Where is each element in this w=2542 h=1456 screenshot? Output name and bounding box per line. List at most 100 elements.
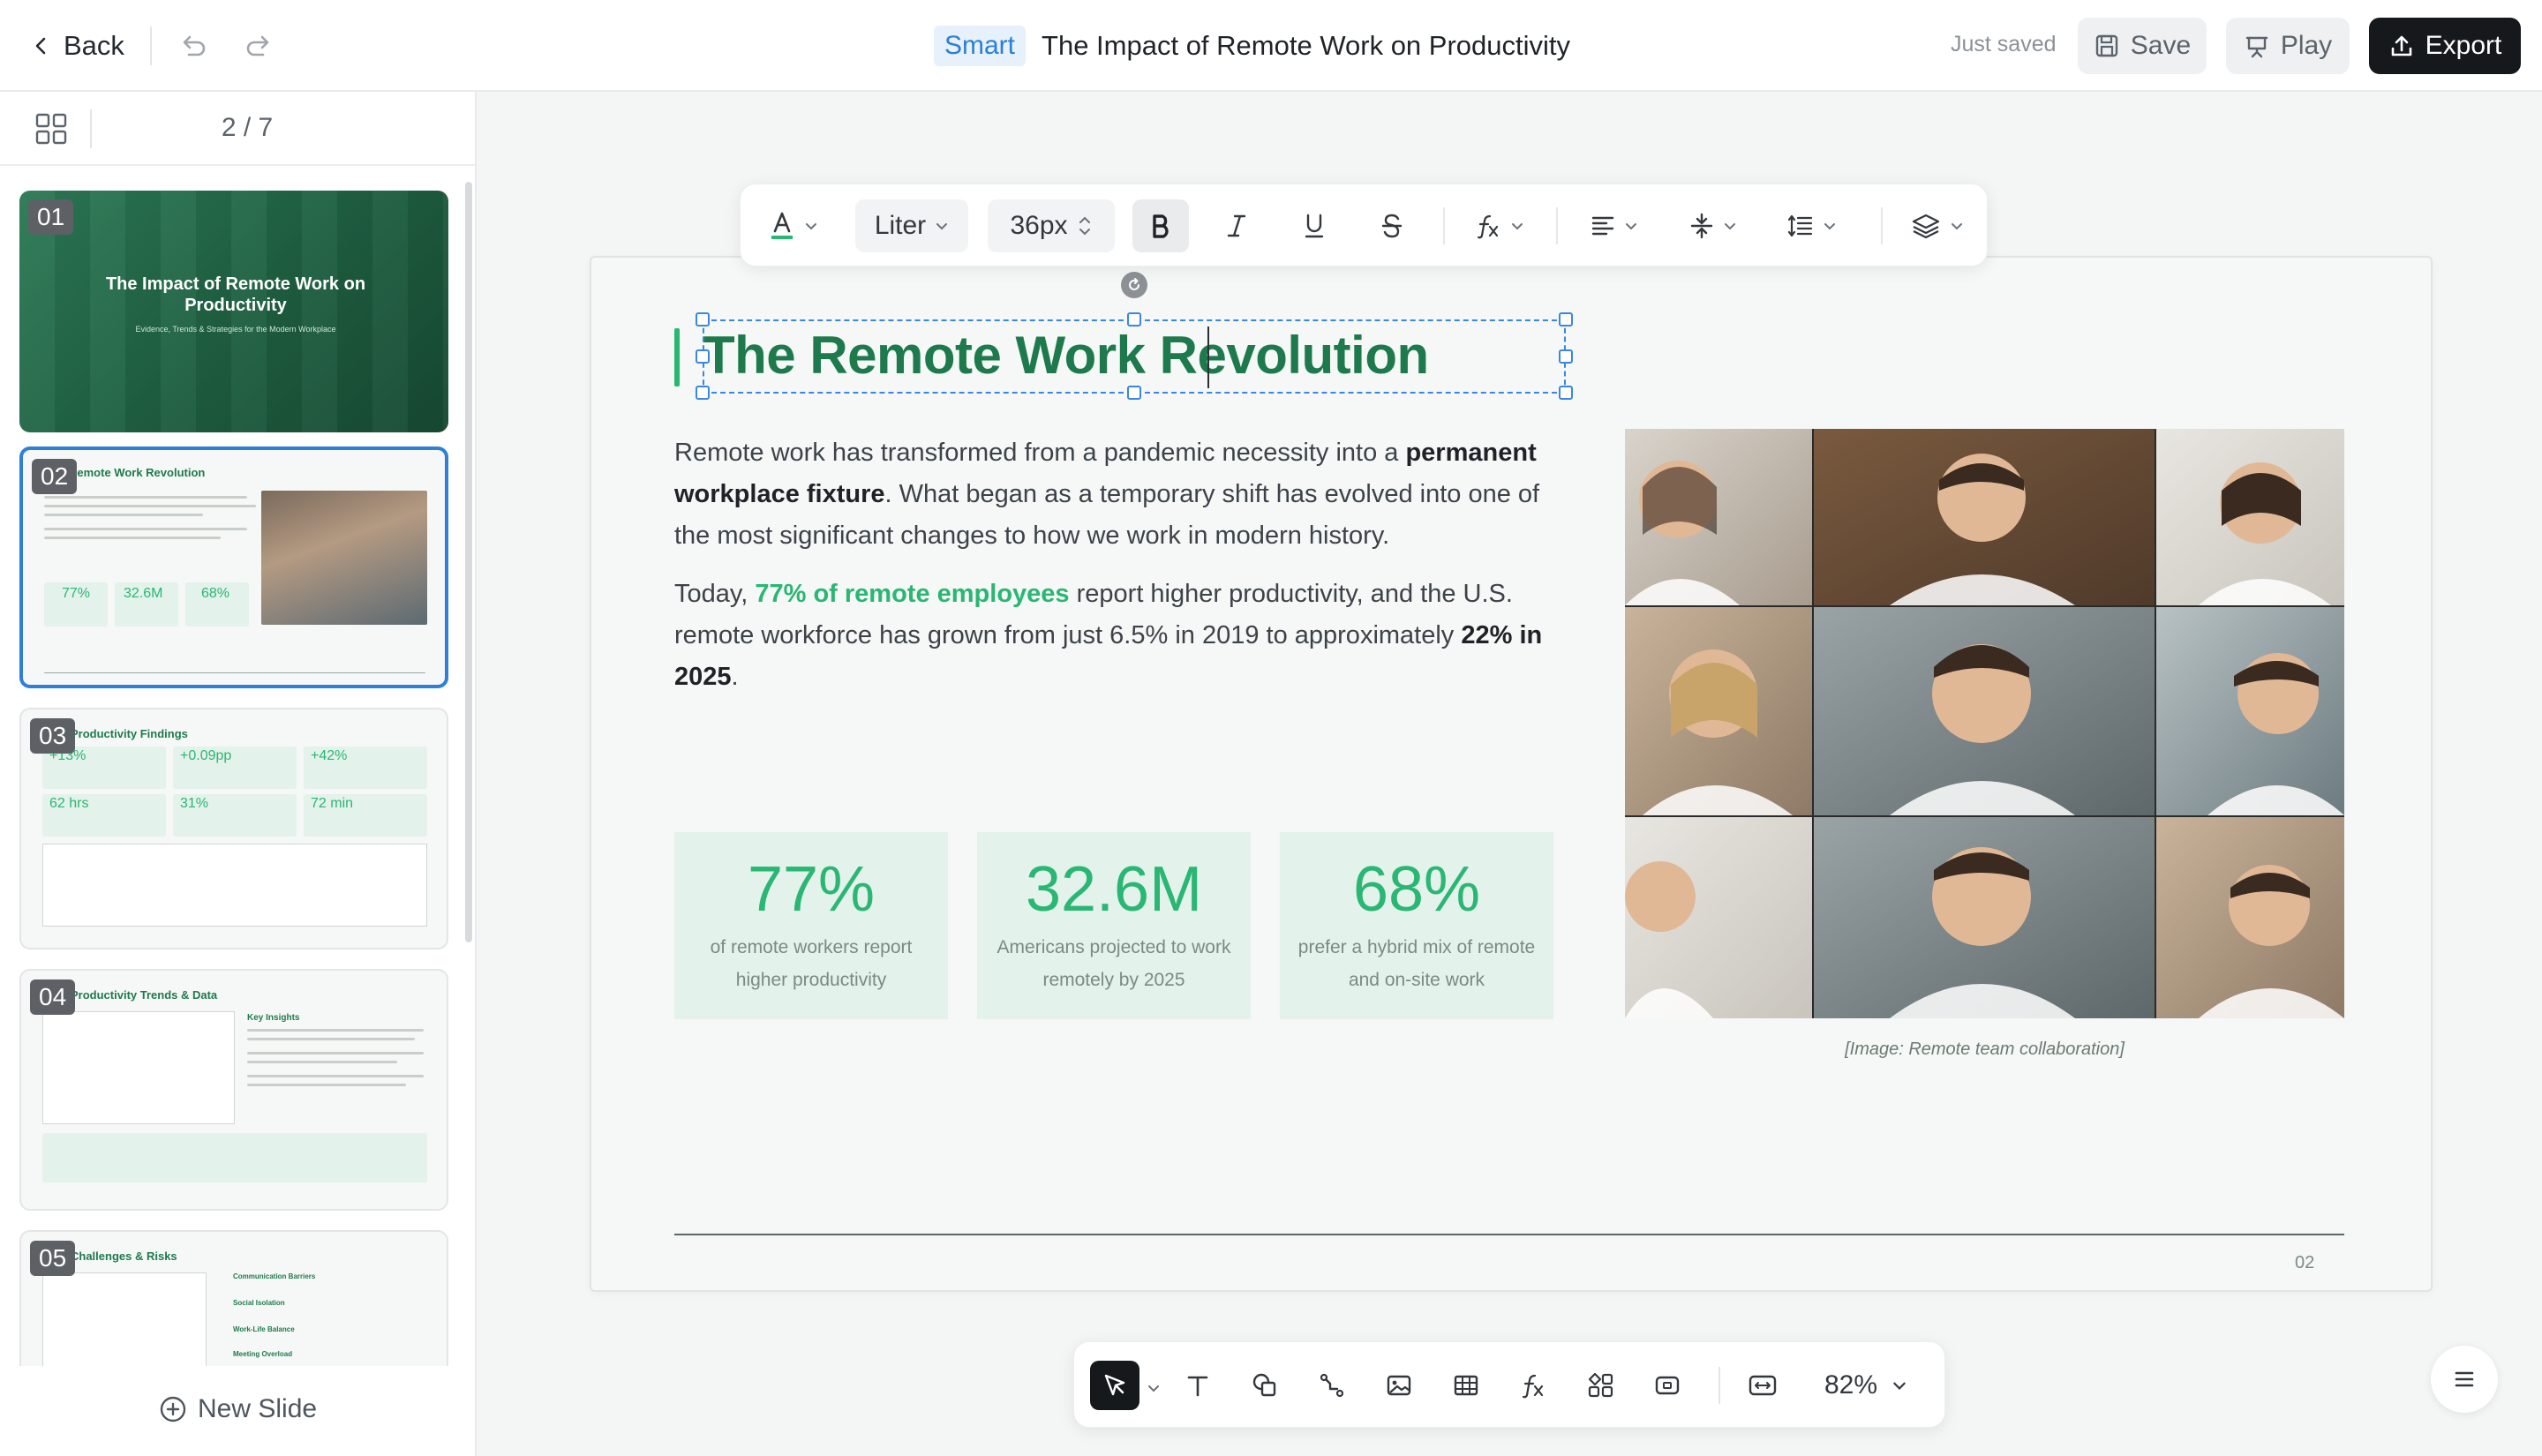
toolbar-divider	[1556, 207, 1558, 244]
underline-button[interactable]	[1288, 199, 1341, 252]
connector-tool-button[interactable]	[1307, 1361, 1357, 1410]
align-left-icon	[1591, 216, 1614, 236]
thumbnail-text-line	[247, 1029, 424, 1032]
font-family-select[interactable]: Liter	[855, 199, 968, 252]
divider	[150, 26, 152, 65]
zoom-dropdown[interactable]: 82%	[1824, 1361, 1907, 1410]
slide-thumbnail-1[interactable]: 01 The Impact of Remote Work on Producti…	[19, 191, 448, 432]
thumbnail-text-line	[44, 496, 247, 499]
select-tool-button[interactable]	[1090, 1361, 1139, 1410]
formula-dropdown[interactable]	[1464, 199, 1535, 252]
resize-handle-top[interactable]	[1127, 312, 1141, 326]
export-button[interactable]: Export	[2369, 18, 2521, 74]
resize-handle-bottom-right[interactable]	[1559, 386, 1573, 400]
body-paragraph-1[interactable]: Remote work has transformed from a pande…	[674, 432, 1575, 557]
slide-thumbnail-2[interactable]: 02 Remote Work Revolution 77% 32.6M 68%	[19, 447, 448, 688]
cursor-icon	[1104, 1374, 1125, 1396]
paragraph-text: .	[731, 663, 739, 691]
thumbnail-text-line	[44, 528, 247, 530]
resize-handle-bottom-left[interactable]	[696, 386, 710, 400]
divider	[90, 109, 92, 148]
slide-number: 05	[30, 1241, 76, 1276]
menu-button[interactable]	[2431, 1346, 2498, 1413]
shape-tool-button[interactable]	[1240, 1361, 1290, 1410]
resize-handle-bottom[interactable]	[1127, 386, 1141, 400]
layers-icon	[1912, 214, 1940, 239]
slide-number: 04	[30, 979, 76, 1015]
thumbnail-stat: 77%	[62, 586, 91, 601]
text-color-picker[interactable]	[758, 199, 829, 252]
stat-value: 68%	[1352, 854, 1481, 925]
slide-thumbnail-3[interactable]: 03 Productivity Findings +13% +0.09pp +4…	[19, 708, 448, 949]
thumbnail-chart-placeholder	[42, 844, 427, 927]
resize-handle-left[interactable]	[696, 349, 710, 364]
text-align-dropdown[interactable]	[1579, 199, 1650, 252]
resize-handle-top-right[interactable]	[1559, 312, 1573, 326]
play-label: Play	[2280, 31, 2333, 60]
widgets-icon	[1588, 1372, 1613, 1398]
table-tool-button[interactable]	[1441, 1361, 1491, 1410]
text-format-toolbar: Liter 36px	[740, 184, 1988, 266]
redo-button[interactable]	[237, 23, 282, 69]
chevron-left-icon	[35, 37, 46, 55]
italic-icon	[1227, 214, 1246, 237]
stat-label: of remote workers report higher producti…	[710, 937, 913, 990]
image-tool-button[interactable]	[1374, 1361, 1424, 1410]
save-button[interactable]: Save	[2078, 18, 2207, 74]
resize-handle-right[interactable]	[1559, 349, 1573, 364]
stat-card-3[interactable]: 68% prefer a hybrid mix of remote and on…	[1280, 832, 1553, 1019]
media-icon	[1655, 1376, 1680, 1395]
team-photo[interactable]	[1625, 429, 2344, 1018]
fit-width-icon	[1749, 1375, 1777, 1396]
text-tool-button[interactable]	[1173, 1361, 1222, 1410]
thumbnail-stat: 31%	[180, 796, 209, 811]
formula-tool-button[interactable]	[1508, 1361, 1558, 1410]
thumbnail-stat: +0.09pp	[180, 748, 232, 763]
underline-icon	[1305, 214, 1324, 238]
rotate-handle[interactable]	[1121, 272, 1147, 298]
font-size-value: 36px	[1010, 211, 1068, 240]
save-icon	[2095, 34, 2117, 57]
thumbnail-subtitle: Evidence, Trends & Strategies for the Mo…	[135, 325, 336, 334]
back-button[interactable]: Back	[32, 23, 124, 69]
slide-footer-rule	[674, 1234, 2344, 1235]
plus-circle-icon	[160, 1396, 186, 1422]
grid-view-icon[interactable]	[34, 111, 69, 146]
insert-toolbar: 82%	[1073, 1341, 1945, 1428]
thumbnail-text-line	[44, 505, 256, 507]
stepper-arrows-icon[interactable]	[1077, 213, 1093, 239]
chevron-down-icon	[1893, 1382, 1906, 1390]
bold-button[interactable]	[1132, 199, 1189, 252]
body-paragraph-2[interactable]: Today, 77% of remote employees report hi…	[674, 574, 1575, 698]
font-size-stepper[interactable]: 36px	[988, 199, 1115, 252]
paragraph-text: Remote work has transformed from a pande…	[674, 439, 1406, 467]
stat-value: 77%	[747, 854, 876, 925]
media-tool-button[interactable]	[1643, 1361, 1692, 1410]
stat-card-2[interactable]: 32.6M Americans projected to work remote…	[977, 832, 1251, 1019]
hamburger-menu-icon	[2455, 1371, 2474, 1387]
function-icon	[1522, 1374, 1544, 1399]
slide-page-number: 02	[2295, 1253, 2315, 1272]
slide-thumbnail-4[interactable]: 04 Productivity Trends & Data Key Insigh…	[19, 969, 448, 1211]
chevron-down-icon[interactable]	[1147, 1381, 1161, 1395]
resize-handle-top-left[interactable]	[696, 312, 710, 326]
play-button[interactable]: Play	[2226, 18, 2350, 74]
strikethrough-button[interactable]	[1365, 199, 1418, 252]
undo-button[interactable]	[169, 23, 215, 69]
slide-thumbnail-5[interactable]: 05 Challenges & Risks Communication Barr…	[19, 1230, 448, 1366]
smart-badge[interactable]: Smart	[934, 26, 1027, 66]
chevron-down-icon	[936, 223, 948, 230]
line-spacing-dropdown[interactable]	[1777, 199, 1847, 252]
sidebar-scrollbar[interactable]	[465, 182, 472, 942]
components-tool-button[interactable]	[1576, 1361, 1625, 1410]
back-label: Back	[64, 30, 124, 61]
italic-button[interactable]	[1210, 199, 1263, 252]
toolbar-divider	[1881, 207, 1883, 244]
new-slide-button[interactable]: New Slide	[159, 1394, 317, 1424]
layer-dropdown[interactable]	[1902, 199, 1973, 252]
fit-to-screen-button[interactable]	[1738, 1361, 1787, 1410]
vertical-align-dropdown[interactable]	[1678, 199, 1749, 252]
document-title[interactable]: The Impact of Remote Work on Productivit…	[1042, 30, 1570, 62]
presentation-icon	[2245, 36, 2268, 58]
stat-card-1[interactable]: 77% of remote workers report higher prod…	[674, 832, 948, 1019]
